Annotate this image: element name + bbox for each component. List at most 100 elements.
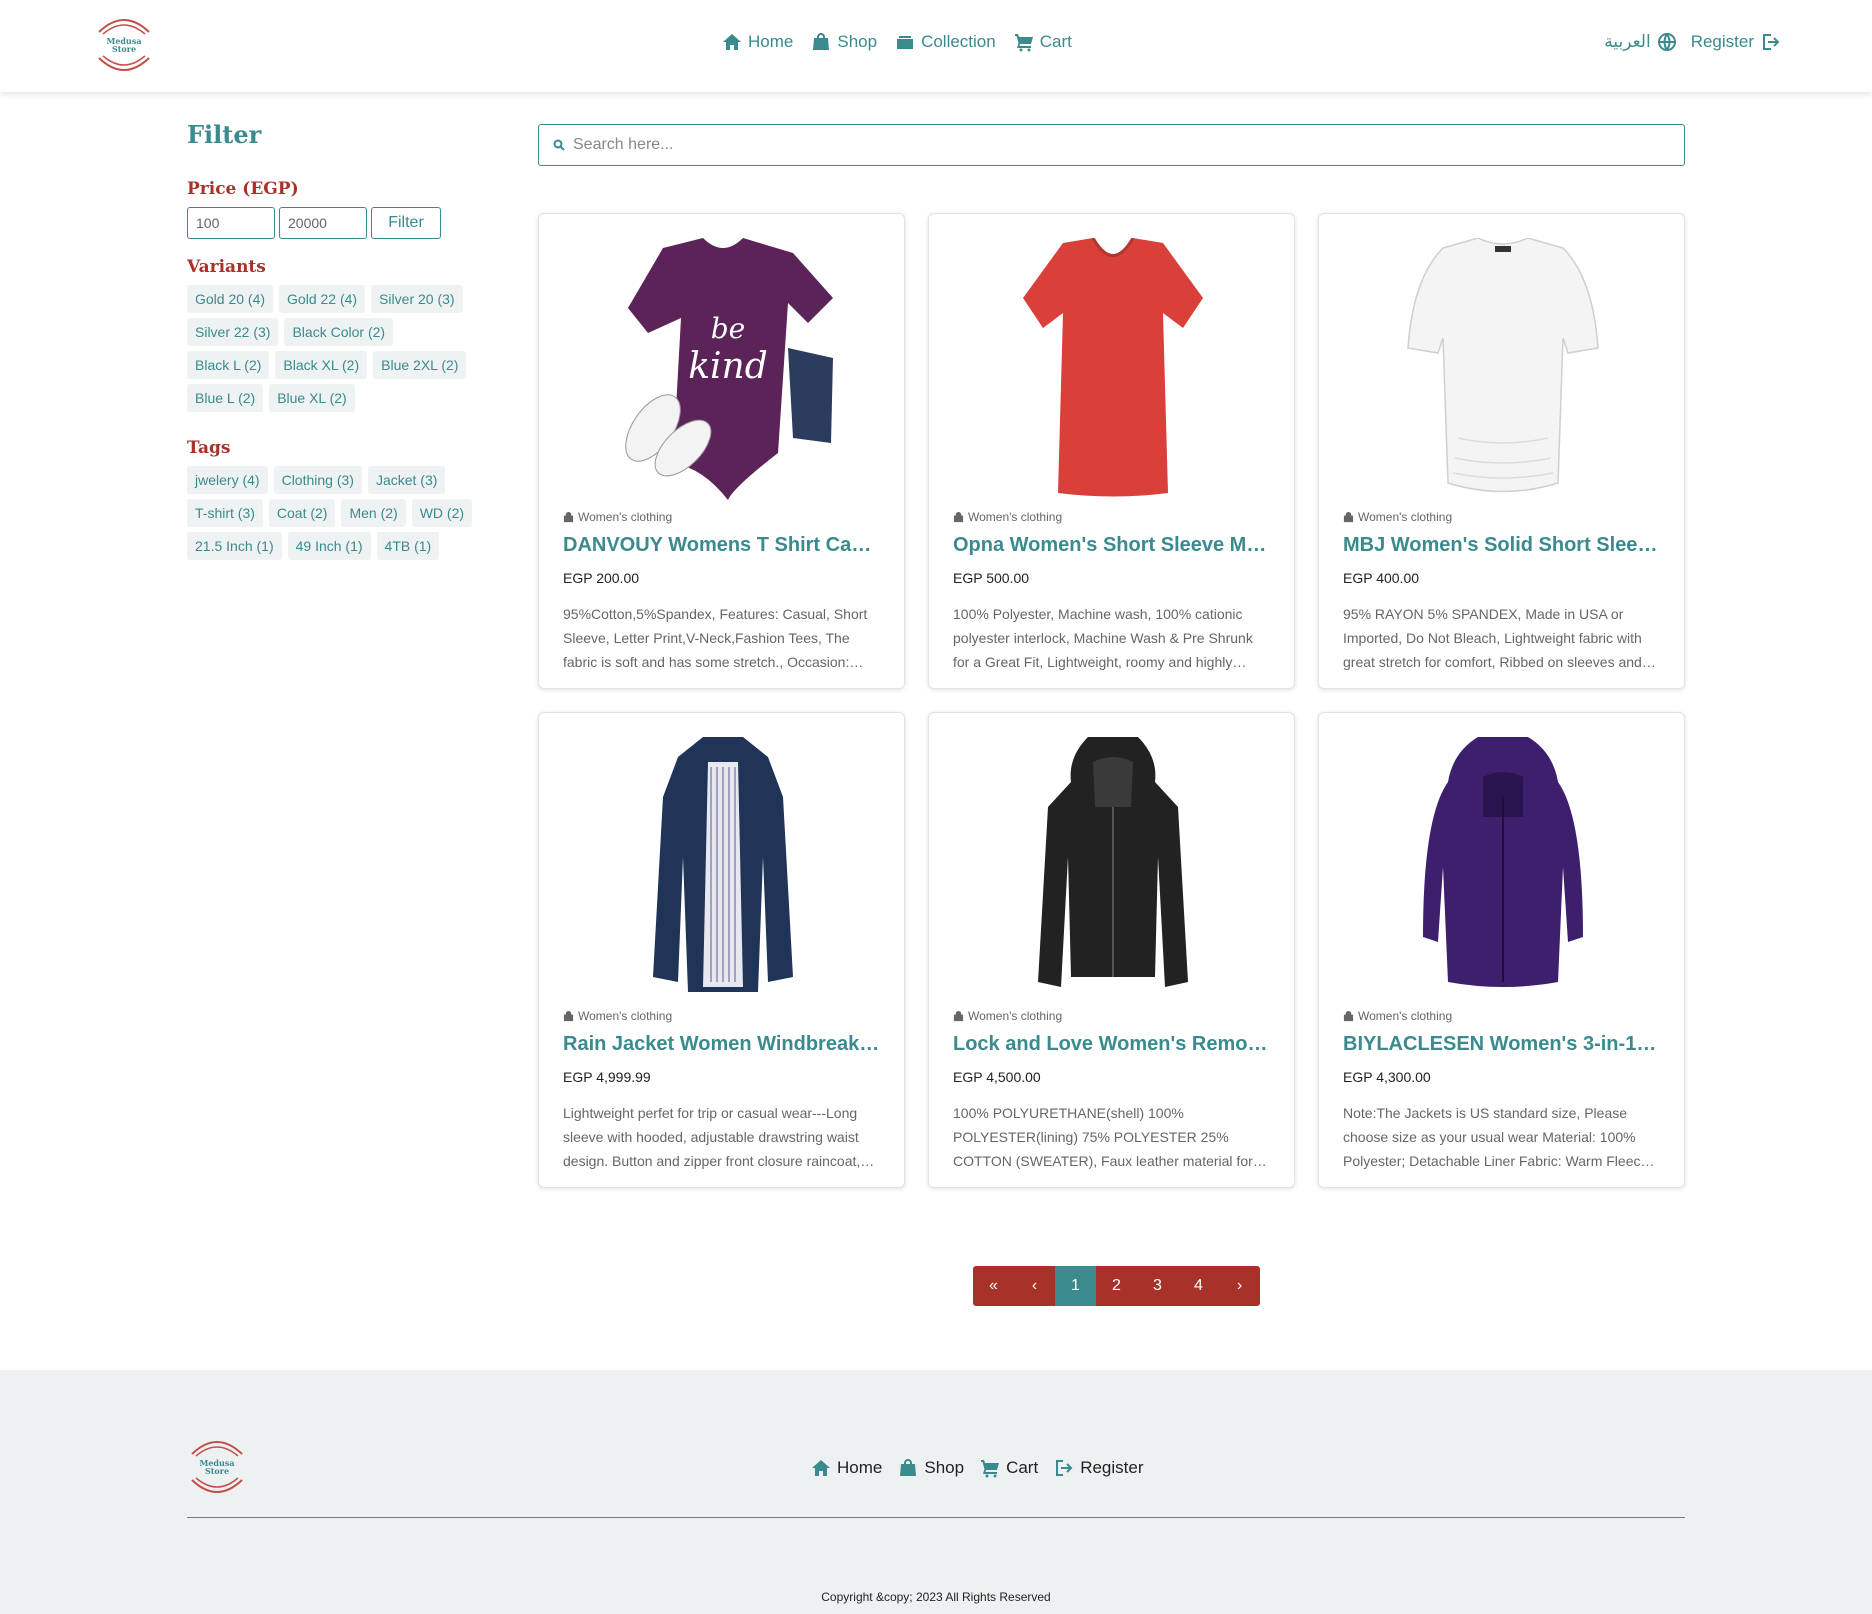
white-top-image [1406, 238, 1599, 493]
pagination: « ‹ 1 2 3 4 › [973, 1266, 1260, 1306]
page-first-button[interactable]: « [973, 1266, 1014, 1306]
tag-chip[interactable]: Coat (2) [268, 499, 336, 527]
product-category: Women's clothing [1343, 1009, 1660, 1023]
product-price: EGP 4,300.00 [1343, 1069, 1431, 1085]
product-description: 100% POLYURETHANE(shell) 100% POLYESTER(… [953, 1105, 1253, 1169]
svg-text:Store: Store [112, 44, 136, 54]
variant-chip[interactable]: Silver 20 (3) [371, 285, 463, 313]
variant-chip[interactable]: Silver 22 (3) [187, 318, 279, 346]
home-icon [723, 34, 741, 50]
nav-collection-label: Collection [921, 32, 996, 51]
register-link[interactable]: Register [1691, 32, 1780, 52]
tag-chip[interactable]: 4TB (1) [376, 532, 440, 560]
product-title[interactable]: BIYLACLESEN Women's 3-in-1 Snowboard Jac… [1343, 1033, 1660, 1056]
purple-jacket-image [1422, 737, 1583, 987]
variant-chip[interactable]: Black L (2) [187, 351, 270, 379]
footer-nav-cart[interactable]: Cart [980, 1458, 1038, 1478]
nav-home[interactable]: Home [722, 32, 793, 52]
bag-icon [563, 511, 574, 522]
product-price: EGP 4,999.99 [563, 1069, 651, 1085]
product-title[interactable]: MBJ Women's Solid Short Sleeve Boat Neck… [1343, 534, 1660, 557]
nav-collection[interactable]: Collection [895, 32, 996, 52]
language-switch[interactable]: العربية [1604, 32, 1676, 52]
tag-chip[interactable]: T-shirt (3) [187, 499, 263, 527]
nav-shop[interactable]: Shop [811, 32, 877, 52]
page-next-button[interactable]: › [1219, 1266, 1260, 1306]
store-logo[interactable]: Medusa Store [91, 10, 157, 80]
search-input[interactable] [573, 136, 1673, 154]
filter-button[interactable]: Filter [371, 207, 441, 239]
category-label: Women's clothing [1358, 1009, 1453, 1023]
variants-section-title: Variants [187, 257, 266, 277]
bag-icon [1343, 511, 1354, 522]
footer-logo[interactable]: Medusa Store [184, 1432, 250, 1502]
variant-chip[interactable]: Blue XL (2) [269, 384, 355, 412]
svg-text:Store: Store [205, 1466, 229, 1476]
price-section-title: Price (EGP) [187, 179, 299, 199]
cart-icon [1014, 34, 1033, 52]
variant-chip[interactable]: Blue 2XL (2) [373, 351, 467, 379]
tag-chip[interactable]: jwelery (4) [187, 466, 268, 494]
site-header: Medusa Store Home Shop Collection Cart ا… [0, 0, 1872, 92]
svg-text:kind: kind [688, 346, 768, 387]
sign-in-icon [1056, 1460, 1073, 1476]
bag-icon [953, 1010, 964, 1021]
variant-chip[interactable]: Blue L (2) [187, 384, 264, 412]
product-card[interactable]: be kind Women's clothing DANVOUY Womens … [538, 213, 905, 689]
page-button-4[interactable]: 4 [1178, 1266, 1219, 1306]
variant-chip[interactable]: Black Color (2) [284, 318, 394, 346]
tag-chip[interactable]: WD (2) [411, 499, 473, 527]
product-description: Note:The Jackets is US standard size, Pl… [1343, 1105, 1653, 1169]
price-max-input[interactable] [279, 207, 367, 239]
page-button-2[interactable]: 2 [1096, 1266, 1137, 1306]
product-title[interactable]: DANVOUY Womens T Shirt Casual Cotton Sho… [563, 534, 880, 557]
product-price: EGP 500.00 [953, 570, 1030, 586]
bag-icon [1343, 1010, 1354, 1021]
filter-sidebar: Filter Price (EGP) Filter Variants Gold … [187, 120, 487, 586]
product-image [953, 737, 1272, 1007]
tag-chip[interactable]: Men (2) [341, 499, 406, 527]
product-category: Women's clothing [1343, 510, 1660, 524]
footer-nav-home[interactable]: Home [811, 1458, 882, 1478]
page-button-3[interactable]: 3 [1137, 1266, 1178, 1306]
svg-text:be: be [710, 312, 745, 345]
footer-nav-shop[interactable]: Shop [898, 1458, 964, 1478]
tag-chip[interactable]: Jacket (3) [367, 466, 446, 494]
footer-nav: Home Shop Cart Register [811, 1458, 1144, 1478]
product-card[interactable]: Women's clothing MBJ Women's Solid Short… [1318, 213, 1685, 689]
nav-cart[interactable]: Cart [1014, 32, 1072, 52]
site-footer: Medusa Store Home Shop Cart Register Cop… [0, 1370, 1872, 1614]
variant-chip[interactable]: Black XL (2) [275, 351, 368, 379]
language-label: العربية [1604, 32, 1651, 51]
category-label: Women's clothing [578, 510, 673, 524]
tag-chip[interactable]: Clothing (3) [273, 466, 362, 494]
price-min-input[interactable] [187, 207, 275, 239]
product-image [563, 737, 882, 1007]
product-card[interactable]: Women's clothing Lock and Love Women's R… [928, 712, 1295, 1188]
product-price: EGP 400.00 [1343, 570, 1420, 586]
purple-tshirt-image: be kind [624, 238, 833, 500]
copyright-text: Copyright &copy; 2023 All Rights Reserve… [821, 1590, 1051, 1604]
product-image: be kind [563, 238, 882, 508]
search-bar [538, 124, 1685, 166]
product-card[interactable]: Women's clothing Rain Jacket Women Windb… [538, 712, 905, 1188]
page-button-1[interactable]: 1 [1055, 1266, 1096, 1306]
product-title[interactable]: Opna Women's Short Sleeve Moisture [953, 534, 1270, 557]
product-image [1343, 238, 1662, 508]
product-title[interactable]: Rain Jacket Women Windbreaker Striped Cl… [563, 1033, 880, 1056]
product-card[interactable]: Women's clothing BIYLACLESEN Women's 3-i… [1318, 712, 1685, 1188]
page-prev-button[interactable]: ‹ [1014, 1266, 1055, 1306]
variant-chip[interactable]: Gold 22 (4) [279, 285, 366, 313]
nav-shop-label: Shop [837, 32, 878, 51]
product-description: Lightweight perfet for trip or casual we… [563, 1105, 861, 1169]
home-icon [812, 1460, 830, 1476]
footer-nav-register[interactable]: Register [1054, 1458, 1144, 1478]
product-title[interactable]: Lock and Love Women's Removable Hooded F… [953, 1033, 1270, 1056]
globe-icon [1657, 33, 1676, 51]
product-card[interactable]: Women's clothing Opna Women's Short Slee… [928, 213, 1295, 689]
product-image [953, 238, 1272, 508]
collection-icon [897, 36, 914, 49]
tag-chip[interactable]: 21.5 Inch (1) [187, 532, 282, 560]
variant-chip[interactable]: Gold 20 (4) [187, 285, 274, 313]
tag-chip[interactable]: 49 Inch (1) [287, 532, 371, 560]
